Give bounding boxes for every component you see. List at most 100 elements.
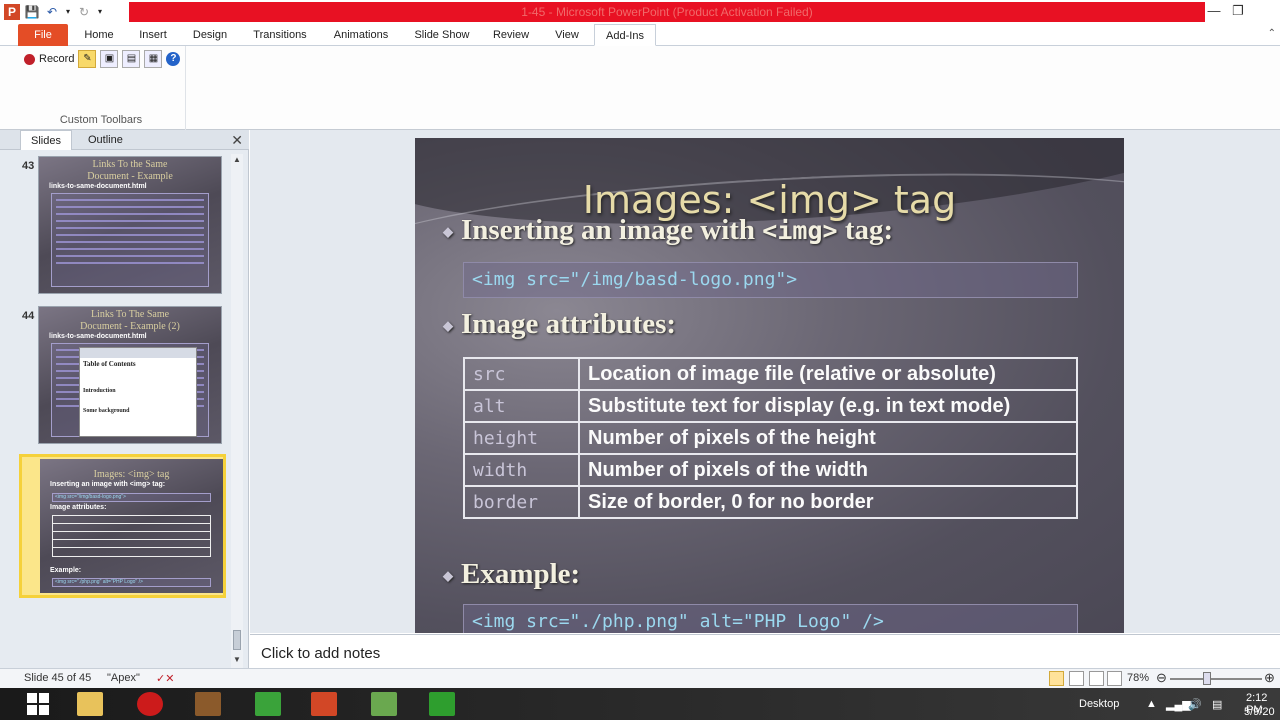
toolbar-tool-2-icon[interactable]: ▣ [100, 50, 119, 68]
scroll-down-icon[interactable]: ▼ [231, 654, 243, 666]
zoom-level[interactable]: 78% [1127, 672, 1149, 684]
tab-animations[interactable]: Animations [328, 24, 394, 46]
attr-name: width [463, 453, 580, 487]
file-explorer-taskbar-icon[interactable] [70, 690, 110, 718]
current-slide[interactable]: Images: <img> tag ◆ Inserting an image wi… [415, 138, 1124, 633]
record-icon [24, 53, 35, 65]
start-button[interactable] [18, 690, 58, 718]
notes-pane[interactable]: Click to add notes [250, 634, 1280, 668]
action-center-icon[interactable]: ▤ [1212, 698, 1222, 711]
thumb-attr-table [52, 515, 211, 557]
attr-name: height [463, 421, 580, 455]
restore-button[interactable]: ❐ [1226, 0, 1250, 22]
customize-qat-icon[interactable]: ▾ [96, 4, 104, 20]
bullet-inserting-image[interactable]: ◆ Inserting an image with <img> tag: [443, 214, 893, 247]
attr-desc: Size of border, 0 for no border [578, 485, 1078, 519]
bullet-example[interactable]: ◆ Example: [443, 558, 580, 591]
thumb-browser-screenshot: Table of Contents Introduction Some back… [79, 347, 197, 437]
toolbar-tool-3-icon[interactable]: ▤ [122, 50, 141, 68]
powerpoint-taskbar-icon[interactable] [304, 690, 344, 718]
table-row: border Size of border, 0 for no border [463, 485, 1078, 519]
pane-tabs: Slides Outline ✕ [0, 130, 249, 150]
ribbon-tabs: File Home Insert Design Transitions Anim… [0, 24, 1280, 46]
spellcheck-icon[interactable]: ✓✕ [156, 672, 174, 685]
redo-icon[interactable]: ↻ [76, 4, 92, 20]
bullet-text: Image attributes: [461, 308, 677, 340]
tab-design[interactable]: Design [188, 24, 232, 46]
slide-show-view-icon[interactable] [1107, 671, 1122, 686]
record-button[interactable]: Record [24, 50, 74, 68]
diamond-bullet-icon: ◆ [443, 568, 453, 584]
theme-name[interactable]: "Apex" [107, 672, 140, 684]
opera-taskbar-icon[interactable] [130, 690, 170, 718]
tab-review[interactable]: Review [490, 24, 532, 46]
zoom-out-icon[interactable]: ⊖ [1156, 670, 1167, 686]
notepad-taskbar-icon[interactable] [364, 690, 404, 718]
powerpoint-app-icon[interactable]: P [4, 4, 20, 20]
attributes-table[interactable]: src Location of image file (relative or a… [463, 357, 1078, 519]
volume-icon[interactable]: 🔊 [1188, 698, 1202, 711]
table-row: width Number of pixels of the width [463, 453, 1078, 487]
thumb-bullet: Inserting an image with <img> tag: [50, 481, 166, 488]
camtasia-recorder-taskbar-icon[interactable] [422, 690, 462, 718]
tab-transitions[interactable]: Transitions [248, 24, 312, 46]
zoom-in-icon[interactable]: ⊕ [1264, 670, 1275, 686]
bullet-image-attributes[interactable]: ◆ Image attributes: [443, 308, 676, 341]
thumbnail-scrollbar[interactable]: ▲ ▼ [231, 154, 243, 668]
close-pane-icon[interactable]: ✕ [231, 132, 243, 149]
network-icon[interactable]: ▂▄▆ [1166, 698, 1191, 711]
slide-thumbnail-43[interactable]: Links To the Same Document - Example lin… [38, 156, 222, 294]
thumb-bullet: Image attributes: [50, 504, 107, 511]
thumb-intro-text: Introduction [83, 388, 116, 394]
show-hidden-icons[interactable]: ▲ [1146, 698, 1157, 710]
attr-name: src [463, 357, 580, 391]
code-example-2[interactable]: <img src="./php.png" alt="PHP Logo" /> [463, 604, 1078, 633]
camtasia-taskbar-icon[interactable] [248, 690, 288, 718]
slide-counter: Slide 45 of 45 [24, 672, 92, 684]
slide-thumbnail-44[interactable]: Links To The Same Document - Example (2)… [38, 306, 222, 444]
scroll-up-icon[interactable]: ▲ [231, 154, 243, 166]
thumb-toc-text: Table of Contents [83, 360, 136, 368]
close-window-button[interactable] [1250, 0, 1280, 22]
title-bar: P 💾 ↶ ▾ ↻ ▾ 1-45 - Microsoft PowerPoint … [0, 0, 1280, 24]
normal-view-icon[interactable] [1049, 671, 1064, 686]
slide-sorter-view-icon[interactable] [1069, 671, 1084, 686]
undo-icon[interactable]: ↶ [44, 4, 60, 20]
tab-insert[interactable]: Insert [134, 24, 172, 46]
attr-desc: Location of image file (relative or abso… [578, 357, 1078, 391]
tab-home[interactable]: Home [80, 24, 118, 46]
collapse-ribbon-icon[interactable]: ⌃ [1268, 28, 1276, 39]
thumb-bg-text: Some background [83, 408, 130, 414]
reading-view-icon[interactable] [1089, 671, 1104, 686]
toolbar-tool-4-icon[interactable]: ▦ [144, 50, 163, 68]
tab-outline[interactable]: Outline [78, 130, 133, 150]
undo-dropdown-icon[interactable]: ▾ [64, 4, 72, 20]
clock-date[interactable]: 5/9/20 [1244, 706, 1275, 718]
desktop-toolbar-label[interactable]: Desktop [1079, 698, 1119, 710]
table-row: height Number of pixels of the height [463, 421, 1078, 455]
save-icon[interactable]: 💾 [24, 4, 40, 20]
bullet-code: <img> [762, 216, 838, 245]
minimize-button[interactable]: — [1202, 0, 1226, 22]
window-title: 1-45 - Microsoft PowerPoint (Product Act… [129, 2, 1205, 22]
quick-access-toolbar: P 💾 ↶ ▾ ↻ ▾ [4, 2, 104, 22]
thumb-title: Document - Example [87, 171, 173, 182]
tab-slides[interactable]: Slides [20, 130, 72, 150]
pen-tool-icon[interactable]: ✎ [78, 50, 97, 68]
slide-thumbnail-45[interactable]: Images: <img> tag Inserting an image wit… [19, 454, 226, 598]
tab-view[interactable]: View [548, 24, 586, 46]
help-icon[interactable]: ? [166, 52, 181, 66]
table-row: alt Substitute text for display (e.g. in … [463, 389, 1078, 423]
thumb-slide-45: Images: <img> tag Inserting an image wit… [40, 459, 223, 593]
slide-number: 43 [22, 160, 35, 172]
tab-file[interactable]: File [18, 24, 68, 46]
bullet-text: Example: [461, 558, 581, 590]
zoom-slider[interactable] [1170, 678, 1262, 680]
slide-editor: Images: <img> tag ◆ Inserting an image wi… [250, 130, 1280, 674]
scrollbar-thumb[interactable] [233, 630, 241, 650]
dosbox-taskbar-icon[interactable] [188, 690, 228, 718]
zoom-slider-knob[interactable] [1203, 672, 1211, 685]
tab-add-ins[interactable]: Add-Ins [594, 24, 656, 46]
tab-slide-show[interactable]: Slide Show [410, 24, 474, 46]
code-example-1[interactable]: <img src="/img/basd-logo.png"> [463, 262, 1078, 298]
